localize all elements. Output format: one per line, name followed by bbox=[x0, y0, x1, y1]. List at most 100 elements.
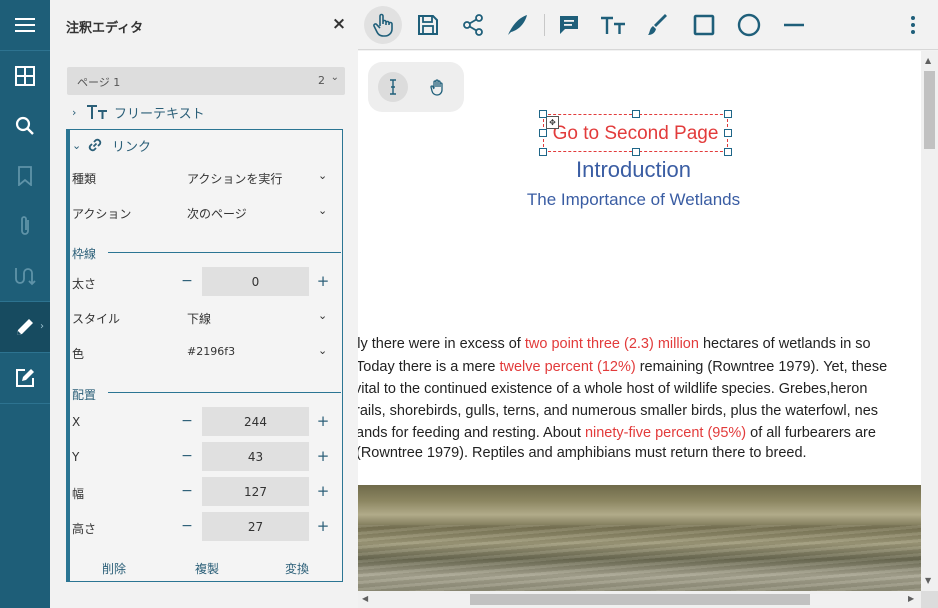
quill-icon bbox=[508, 15, 527, 35]
tree-item-link[interactable]: ⌄ リンク bbox=[72, 133, 151, 157]
panel-title: 注釈エディタ bbox=[66, 21, 144, 36]
group-divider bbox=[108, 252, 341, 253]
page-annotation-count: 2 bbox=[318, 74, 325, 87]
width-label: 幅 bbox=[72, 487, 85, 501]
attachments-button[interactable] bbox=[0, 201, 50, 251]
x-decrement-button[interactable]: − bbox=[180, 413, 194, 429]
scroll-down-icon[interactable]: ▼ bbox=[925, 576, 931, 585]
signatures-button[interactable] bbox=[0, 251, 50, 301]
freetext-tool-button[interactable] bbox=[594, 6, 632, 44]
ink-tool-button[interactable] bbox=[498, 6, 536, 44]
resize-handle-s[interactable] bbox=[632, 148, 640, 156]
height-increment-button[interactable]: + bbox=[316, 517, 330, 535]
sticky-note-tool-button[interactable] bbox=[550, 6, 588, 44]
position-group-label: 配置 bbox=[72, 388, 97, 402]
more-options-button[interactable] bbox=[894, 6, 932, 44]
page-select-label: ページ 1 bbox=[77, 76, 121, 89]
tree-item-label: フリーテキスト bbox=[114, 106, 205, 122]
paragraph-line: rails, shorebirds, gulls, terns, and num… bbox=[358, 403, 879, 419]
save-icon bbox=[418, 15, 438, 35]
border-group-label: 枠線 bbox=[72, 247, 97, 261]
x-label: X bbox=[72, 415, 81, 429]
close-icon[interactable]: × bbox=[330, 15, 348, 33]
rail-divider bbox=[0, 403, 50, 404]
text-format-icon bbox=[601, 16, 625, 34]
chevron-down-icon: ⌄ bbox=[330, 72, 339, 83]
chevron-right-icon: › bbox=[72, 105, 77, 119]
page-select[interactable]: ページ 1 2 ⌄ bbox=[67, 67, 345, 95]
resize-handle-nw[interactable] bbox=[539, 110, 547, 118]
pan-mode-button[interactable] bbox=[423, 72, 453, 102]
bookmarks-button[interactable] bbox=[0, 151, 50, 201]
form-editor-button[interactable] bbox=[0, 353, 50, 403]
y-decrement-button[interactable]: − bbox=[180, 448, 194, 464]
move-icon[interactable]: ✥ bbox=[546, 116, 559, 129]
height-decrement-button[interactable]: − bbox=[180, 518, 194, 534]
tree-item-freetext[interactable]: › フリーテキスト bbox=[72, 100, 205, 124]
resize-handle-se[interactable] bbox=[724, 148, 732, 156]
resize-handle-n[interactable] bbox=[632, 110, 640, 118]
action-select[interactable]: 次のページ bbox=[187, 205, 247, 222]
chevron-down-icon[interactable]: ⌄ bbox=[318, 309, 327, 322]
scroll-up-icon[interactable]: ▲ bbox=[925, 56, 931, 65]
width-input[interactable]: 127 bbox=[202, 477, 309, 506]
brush-icon bbox=[648, 14, 667, 35]
square-tool-button[interactable] bbox=[685, 6, 723, 44]
x-input[interactable]: 244 bbox=[202, 407, 309, 436]
width-decrement-button[interactable]: − bbox=[180, 483, 194, 499]
thickness-increment-button[interactable]: + bbox=[316, 272, 330, 290]
text-cursor-icon bbox=[390, 79, 396, 95]
document-viewport[interactable]: Go to Second Page ✥ Introduction The Imp… bbox=[358, 51, 921, 591]
chevron-down-icon[interactable]: ⌄ bbox=[318, 204, 327, 217]
menu-button[interactable] bbox=[0, 0, 50, 50]
scroll-right-icon[interactable]: ▶ bbox=[908, 594, 914, 603]
y-input[interactable]: 43 bbox=[202, 442, 309, 471]
duplicate-button[interactable]: 複製 bbox=[195, 560, 219, 577]
scroll-left-icon[interactable]: ◀ bbox=[362, 594, 368, 603]
save-button[interactable] bbox=[409, 6, 447, 44]
thickness-input[interactable]: 0 bbox=[202, 267, 309, 296]
bookmark-icon bbox=[18, 166, 32, 186]
thickness-label: 太さ bbox=[72, 277, 97, 291]
style-label: スタイル bbox=[72, 312, 121, 326]
color-select[interactable]: #2196f3 bbox=[187, 345, 235, 358]
paragraph-line: lly there were in excess of two point th… bbox=[358, 336, 871, 352]
resize-handle-ne[interactable] bbox=[724, 110, 732, 118]
delete-button[interactable]: 削除 bbox=[102, 560, 126, 577]
hand-icon bbox=[430, 79, 443, 96]
x-increment-button[interactable]: + bbox=[316, 412, 330, 430]
circle-tool-button[interactable] bbox=[730, 6, 768, 44]
thumbnails-button[interactable] bbox=[0, 51, 50, 101]
search-button[interactable] bbox=[0, 101, 50, 151]
text-select-mode-button[interactable] bbox=[378, 72, 408, 102]
annotation-editor-button[interactable]: › bbox=[0, 302, 50, 352]
vertical-scrollbar[interactable]: ▲ ▼ bbox=[921, 51, 938, 591]
select-tool-button[interactable] bbox=[364, 6, 402, 44]
chevron-down-icon[interactable]: ⌄ bbox=[318, 344, 327, 357]
pencil-icon bbox=[17, 319, 33, 335]
resize-handle-w[interactable] bbox=[539, 129, 547, 137]
horizontal-scroll-thumb[interactable] bbox=[470, 594, 810, 605]
horizontal-scrollbar[interactable]: ◀ ▶ bbox=[358, 591, 921, 608]
width-increment-button[interactable]: + bbox=[316, 482, 330, 500]
line-tool-button[interactable] bbox=[775, 6, 813, 44]
chevron-down-icon[interactable]: ⌄ bbox=[318, 169, 327, 182]
link-annotation[interactable]: Go to Second Page ✥ bbox=[539, 110, 732, 156]
annotation-editor-panel: 注釈エディタ × ページ 1 2 ⌄ › フリーテキスト ⌄ リンク 種類 アク… bbox=[50, 0, 358, 608]
style-select[interactable]: 下線 bbox=[187, 310, 211, 327]
interaction-mode-toggle bbox=[368, 62, 464, 112]
hand-pointer-icon bbox=[373, 13, 393, 37]
resize-handle-sw[interactable] bbox=[539, 148, 547, 156]
pen-tool-button[interactable] bbox=[639, 6, 677, 44]
y-increment-button[interactable]: + bbox=[316, 447, 330, 465]
vertical-scroll-thumb[interactable] bbox=[924, 71, 935, 149]
type-select[interactable]: アクションを実行 bbox=[187, 170, 282, 187]
thickness-decrement-button[interactable]: − bbox=[180, 273, 194, 289]
share-button[interactable] bbox=[454, 6, 492, 44]
paragraph-line: Today there is a mere twelve percent (12… bbox=[358, 359, 888, 375]
height-input[interactable]: 27 bbox=[202, 512, 309, 541]
text-format-icon bbox=[87, 105, 107, 119]
resize-handle-e[interactable] bbox=[724, 129, 732, 137]
square-icon bbox=[693, 14, 715, 36]
convert-button[interactable]: 変換 bbox=[285, 560, 309, 577]
